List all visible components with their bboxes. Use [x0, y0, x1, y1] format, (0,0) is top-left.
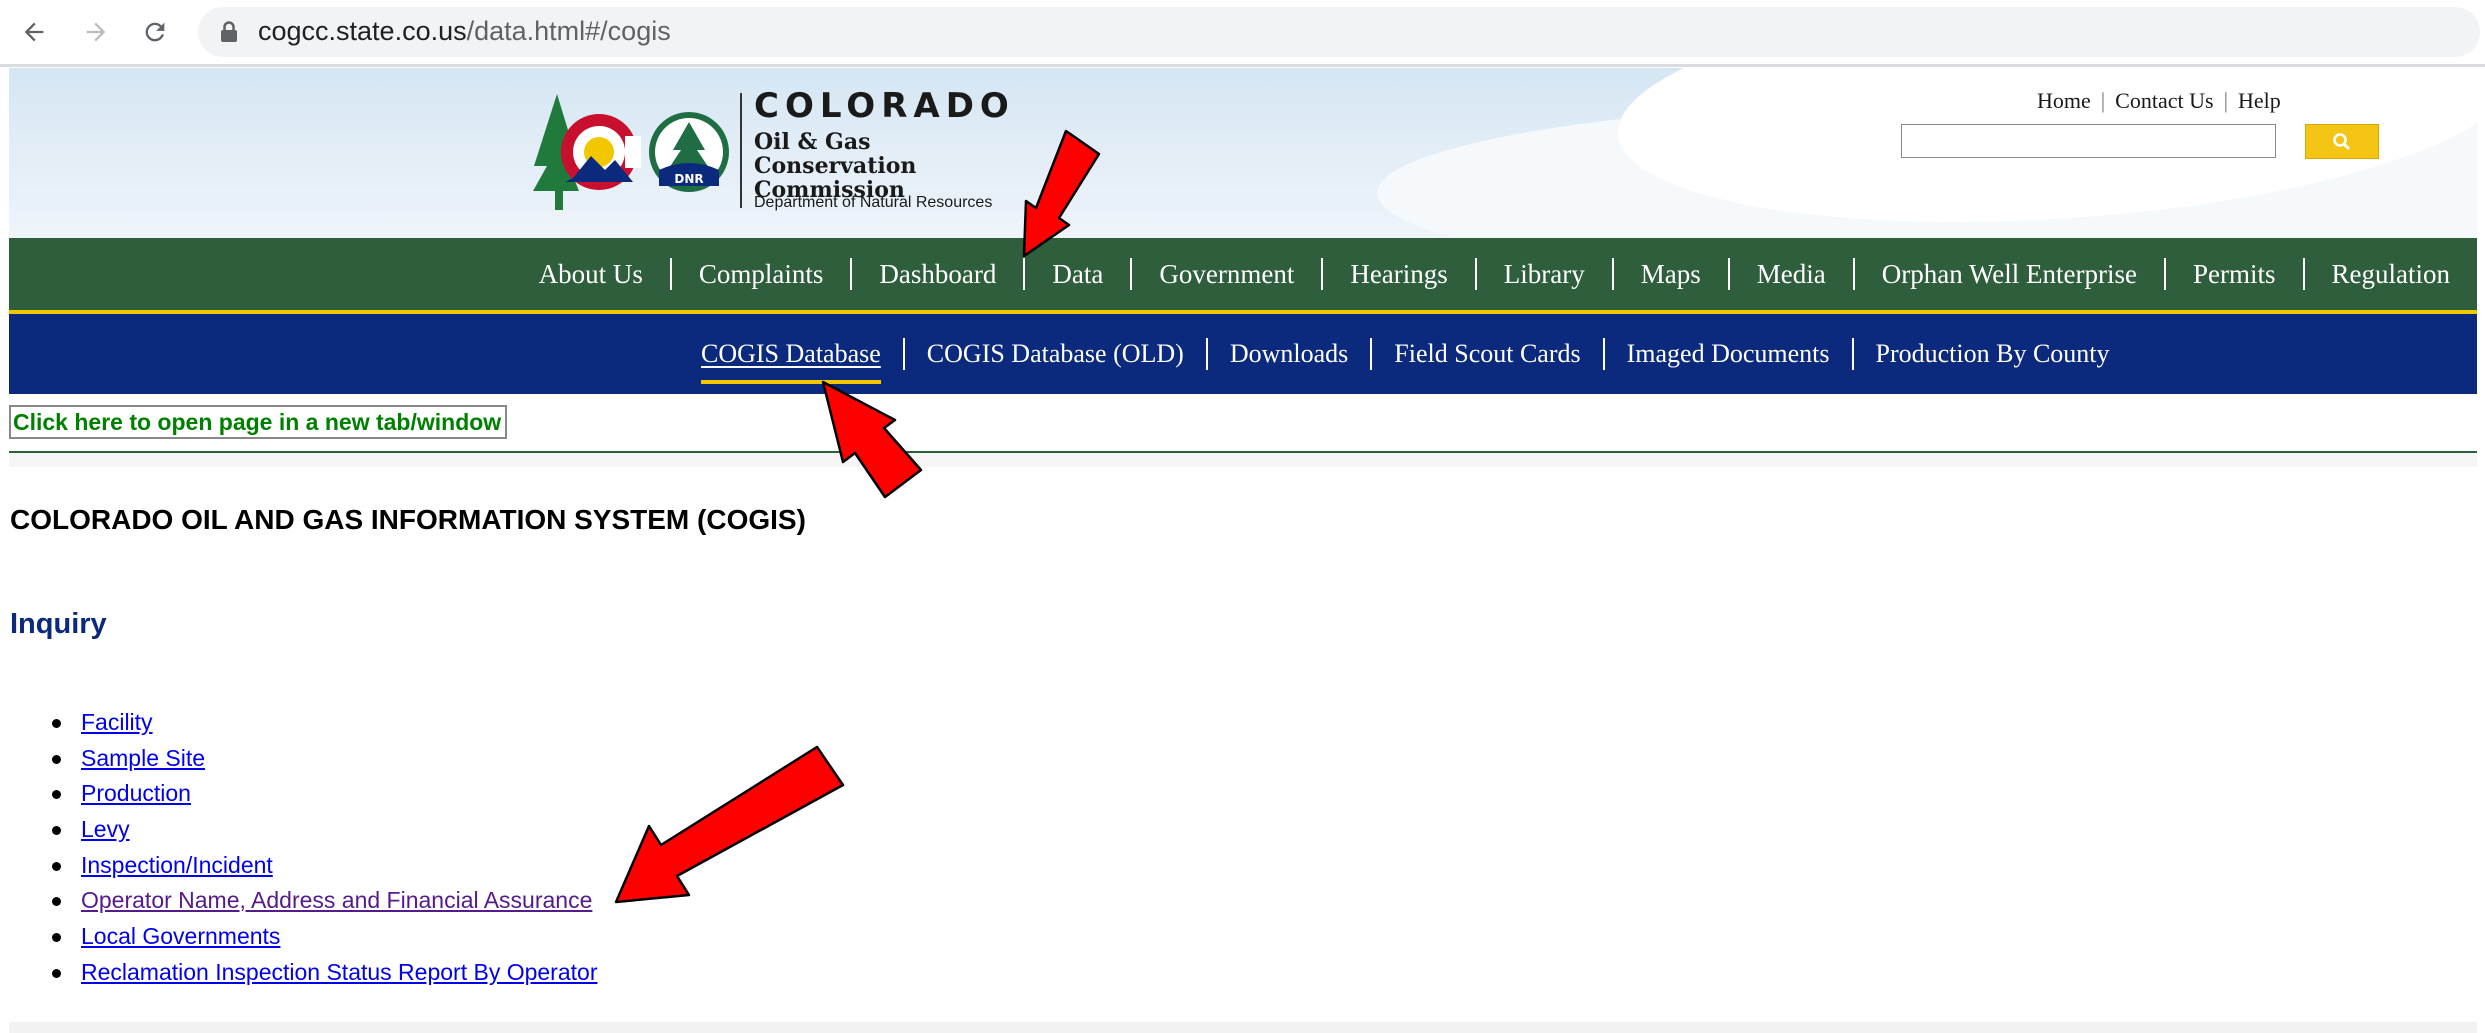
site-search-button[interactable] — [2305, 124, 2379, 159]
search-icon — [2333, 132, 2351, 150]
main-nav-permits[interactable]: Permits — [2164, 258, 2303, 290]
home-link[interactable]: Home — [2037, 88, 2091, 113]
list-item: Reclamation Inspection Status Report By … — [52, 955, 597, 991]
active-indicator — [701, 380, 881, 384]
brand-department: Department of Natural Resources — [754, 194, 993, 211]
section-heading-inquiry: Inquiry — [10, 608, 107, 640]
main-nav-maps[interactable]: Maps — [1611, 258, 1728, 290]
sub-nav-downloads[interactable]: Downloads — [1205, 338, 1370, 370]
main-nav-media[interactable]: Media — [1727, 258, 1853, 290]
reload-icon[interactable] — [135, 12, 175, 52]
address-bar[interactable]: cogcc.state.co.us/data.html#/cogis — [198, 7, 2480, 57]
annotation-arrow-cogis-database — [821, 380, 923, 499]
main-nav-regulation[interactable]: Regulation — [2302, 258, 2477, 290]
main-nav: About Us Complaints Dashboard Data Gover… — [9, 238, 2477, 326]
main-nav-complaints[interactable]: Complaints — [669, 258, 851, 290]
brand-divider — [740, 93, 742, 208]
list-item: Sample Site — [52, 741, 597, 777]
main-nav-hearings[interactable]: Hearings — [1321, 258, 1474, 290]
link-local-governments[interactable]: Local Governments — [81, 923, 280, 949]
list-item: Levy — [52, 812, 597, 848]
lock-icon — [221, 21, 237, 42]
main-nav-orphan-well-enterprise[interactable]: Orphan Well Enterprise — [1852, 258, 2164, 290]
sub-nav-field-scout-cards[interactable]: Field Scout Cards — [1370, 338, 1602, 370]
list-item: Local Governments — [52, 919, 597, 955]
main-nav-library[interactable]: Library — [1474, 258, 1612, 290]
sub-nav-cogis-database-old[interactable]: COGIS Database (OLD) — [902, 338, 1206, 370]
link-inspection-incident[interactable]: Inspection/Incident — [81, 852, 273, 878]
list-item: Operator Name, Address and Financial Ass… — [52, 883, 597, 919]
inquiry-link-list: Facility Sample Site Production Levy Ins… — [52, 705, 597, 991]
sub-nav-imaged-documents[interactable]: Imaged Documents — [1602, 338, 1852, 370]
sub-nav: COGIS Database COGIS Database (OLD) Down… — [9, 314, 2477, 394]
forward-arrow-icon[interactable] — [76, 12, 116, 52]
link-production[interactable]: Production — [81, 780, 191, 806]
main-nav-dashboard[interactable]: Dashboard — [850, 258, 1023, 290]
brand-title: COLORADO — [754, 86, 1015, 126]
colorado-dnr-logo-icon: DNR — [533, 94, 729, 210]
sub-nav-cogis-database[interactable]: COGIS Database — [679, 338, 903, 384]
url-path: /data.html#/cogis — [466, 16, 671, 46]
url-text: cogcc.state.co.us/data.html#/cogis — [258, 16, 671, 47]
link-reclamation-inspection-status-report[interactable]: Reclamation Inspection Status Report By … — [81, 959, 597, 985]
list-item: Facility — [52, 705, 597, 741]
link-facility[interactable]: Facility — [81, 709, 153, 735]
open-new-tab-link[interactable]: Click here to open page in a new tab/win… — [9, 405, 508, 439]
utility-links: Home | Contact Us | Help — [2037, 88, 2281, 113]
site-search-input[interactable] — [1901, 124, 2276, 158]
contact-us-link[interactable]: Contact Us — [2115, 88, 2213, 113]
url-domain: cogcc.state.co.us — [258, 16, 467, 46]
brand-subtitle: Oil & Gas Conservation Commission — [754, 129, 917, 203]
page-title: COLORADO OIL AND GAS INFORMATION SYSTEM … — [10, 504, 806, 535]
main-nav-data[interactable]: Data — [1023, 258, 1130, 326]
dnr-badge-text: DNR — [674, 172, 703, 186]
chrome-divider — [0, 64, 2485, 67]
help-link[interactable]: Help — [2238, 88, 2281, 113]
link-operator-name-address-financial-assurance[interactable]: Operator Name, Address and Financial Ass… — [81, 887, 592, 913]
annotation-arrow-operator-link — [614, 745, 845, 904]
link-sample-site[interactable]: Sample Site — [81, 745, 205, 771]
list-item: Production — [52, 776, 597, 812]
main-nav-government[interactable]: Government — [1130, 258, 1321, 290]
browser-toolbar: cogcc.state.co.us/data.html#/cogis — [0, 0, 2485, 64]
sub-nav-production-by-county[interactable]: Production By County — [1851, 338, 2132, 370]
list-item: Inspection/Incident — [52, 848, 597, 884]
main-nav-about-us[interactable]: About Us — [512, 258, 670, 290]
link-levy[interactable]: Levy — [81, 816, 130, 842]
back-arrow-icon[interactable] — [14, 12, 54, 52]
